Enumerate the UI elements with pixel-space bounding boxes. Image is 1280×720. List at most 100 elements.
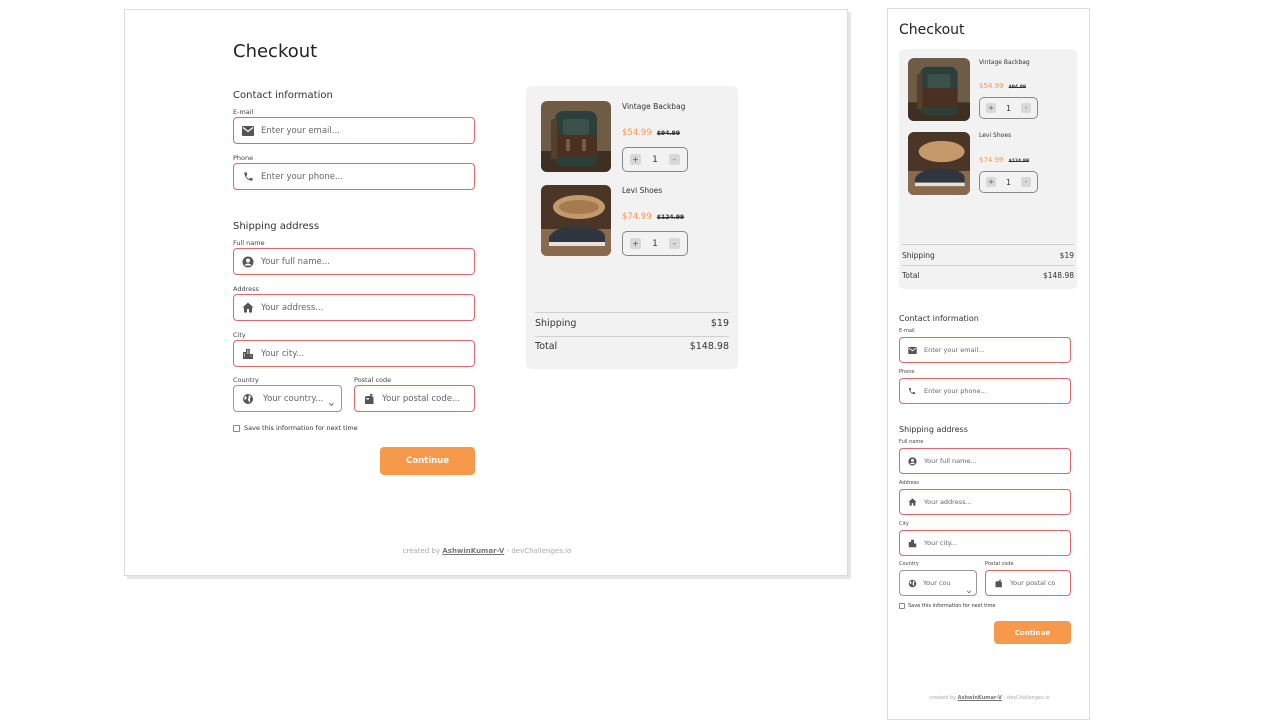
quantity-stepper: + 1 - <box>622 147 688 172</box>
user-circle-icon <box>241 255 255 269</box>
save-info-checkbox[interactable]: Save this information for next time <box>233 424 358 432</box>
save-info-label: Save this information for next time <box>908 603 996 609</box>
mobile-preview: Checkout Vintage Backbag $54.99 $94.99 +… <box>887 8 1090 720</box>
original-price: $124.99 <box>656 214 685 221</box>
fullname-field[interactable]: Your full name... <box>899 448 1071 474</box>
credit-prefix: created by <box>402 547 441 555</box>
globe-icon <box>906 579 918 588</box>
author-link[interactable]: AshwinKumar-V <box>958 695 1002 701</box>
shipping-value: $19 <box>710 318 729 329</box>
chevron-down-icon <box>328 393 335 412</box>
country-select[interactable]: Your cou <box>899 570 977 596</box>
quantity-value: 1 <box>1005 103 1012 113</box>
product-price: $54.99 $94.99 <box>979 73 1026 92</box>
continue-button[interactable]: Continue <box>994 621 1071 644</box>
shoes-thumbnail <box>541 185 611 256</box>
contact-heading: Contact information <box>233 90 333 101</box>
original-price: $94.99 <box>656 130 680 137</box>
mail-icon <box>241 124 255 138</box>
country-placeholder: Your country... <box>263 393 324 404</box>
city-label: City <box>233 331 246 339</box>
postal-placeholder: Your postal co <box>1010 579 1056 587</box>
city-icon <box>906 539 918 548</box>
phone-label: Phone <box>233 154 254 162</box>
decrement-button[interactable]: - <box>668 238 680 249</box>
city-icon <box>241 347 255 361</box>
postal-placeholder: Your postal code... <box>382 393 461 404</box>
author-link[interactable]: AshwinKumar-V <box>442 547 504 555</box>
email-label: E-mail <box>233 108 254 116</box>
current-price: $74.99 <box>622 212 652 222</box>
postal-label: Postal code <box>985 561 1014 567</box>
total-label: Total <box>902 271 920 280</box>
order-summary: Vintage Backbag $54.99 $94.99 + 1 - Levi… <box>526 86 738 369</box>
checkbox-box[interactable] <box>233 424 240 432</box>
product-price: $74.99 $124.99 <box>622 204 684 223</box>
order-summary: Vintage Backbag $54.99 $94.99 + 1 - Levi… <box>899 49 1077 289</box>
globe-icon <box>241 392 255 406</box>
current-price: $54.99 <box>622 128 652 138</box>
phone-field[interactable]: Enter your phone... <box>899 378 1071 404</box>
divider <box>535 312 729 313</box>
shipping-value: $19 <box>1059 251 1074 260</box>
original-price: $94.99 <box>1008 85 1026 90</box>
product-price: $54.99 $94.99 <box>622 120 680 139</box>
total-value: $148.98 <box>689 341 729 352</box>
increment-button[interactable]: + <box>630 238 641 249</box>
phone-label: Phone <box>899 369 915 375</box>
phone-icon <box>241 170 255 184</box>
product-name: Levi Shoes <box>979 132 1012 139</box>
postal-field[interactable]: Your postal co <box>985 570 1071 596</box>
city-label: City <box>899 521 909 527</box>
email-placeholder: Enter your email... <box>261 125 340 136</box>
continue-button[interactable]: Continue <box>380 447 475 475</box>
address-field[interactable]: Your address... <box>233 294 475 321</box>
page-title: Checkout <box>233 41 318 62</box>
quantity-stepper: + 1 - <box>979 97 1038 119</box>
product-name: Vintage Backbag <box>622 102 686 111</box>
email-label: E-mail <box>899 328 915 334</box>
decrement-button[interactable]: - <box>1021 177 1031 187</box>
quantity-value: 1 <box>1005 177 1012 187</box>
fullname-label: Full name <box>233 239 265 247</box>
page-title: Checkout <box>899 22 965 38</box>
product-name: Levi Shoes <box>622 186 663 195</box>
save-info-checkbox[interactable]: Save this information for next time <box>899 603 995 609</box>
email-field[interactable]: Enter your email... <box>899 337 1071 363</box>
increment-button[interactable]: + <box>630 154 641 165</box>
country-select[interactable]: Your country... <box>233 385 342 412</box>
footer-credit: created by AshwinKumar-V - devChallenges… <box>125 547 847 555</box>
current-price: $74.99 <box>979 156 1004 164</box>
fullname-placeholder: Your full name... <box>924 457 977 465</box>
city-placeholder: Your city... <box>261 348 305 359</box>
postal-field[interactable]: Your postal code... <box>354 385 475 412</box>
fullname-placeholder: Your full name... <box>261 256 330 267</box>
email-placeholder: Enter your email... <box>924 346 985 354</box>
product-price: $74.99 $124.99 <box>979 147 1029 166</box>
fullname-field[interactable]: Your full name... <box>233 248 475 275</box>
shipping-label: Shipping <box>902 251 935 260</box>
address-label: Address <box>899 480 919 486</box>
phone-icon <box>906 387 918 395</box>
checkbox-box[interactable] <box>899 603 905 609</box>
backpack-thumbnail <box>541 101 611 172</box>
city-field[interactable]: Your city... <box>899 530 1071 556</box>
backpack-thumbnail <box>908 58 970 121</box>
address-field[interactable]: Your address... <box>899 489 1071 515</box>
product-name: Vintage Backbag <box>979 59 1030 66</box>
country-label: Country <box>233 376 259 384</box>
quantity-value: 1 <box>652 238 658 249</box>
decrement-button[interactable]: - <box>668 154 680 165</box>
shipping-row: Shipping $19 <box>535 318 729 329</box>
increment-button[interactable]: + <box>986 103 996 113</box>
original-price: $124.99 <box>1008 159 1030 164</box>
phone-field[interactable]: Enter your phone... <box>233 163 475 190</box>
city-field[interactable]: Your city... <box>233 340 475 367</box>
decrement-button[interactable]: - <box>1021 103 1031 113</box>
address-label: Address <box>233 285 259 293</box>
email-field[interactable]: Enter your email... <box>233 117 475 144</box>
total-value: $148.98 <box>1042 271 1074 280</box>
increment-button[interactable]: + <box>986 177 996 187</box>
desktop-preview: Checkout Contact information E-mail Ente… <box>124 9 848 576</box>
city-placeholder: Your city... <box>924 539 957 547</box>
